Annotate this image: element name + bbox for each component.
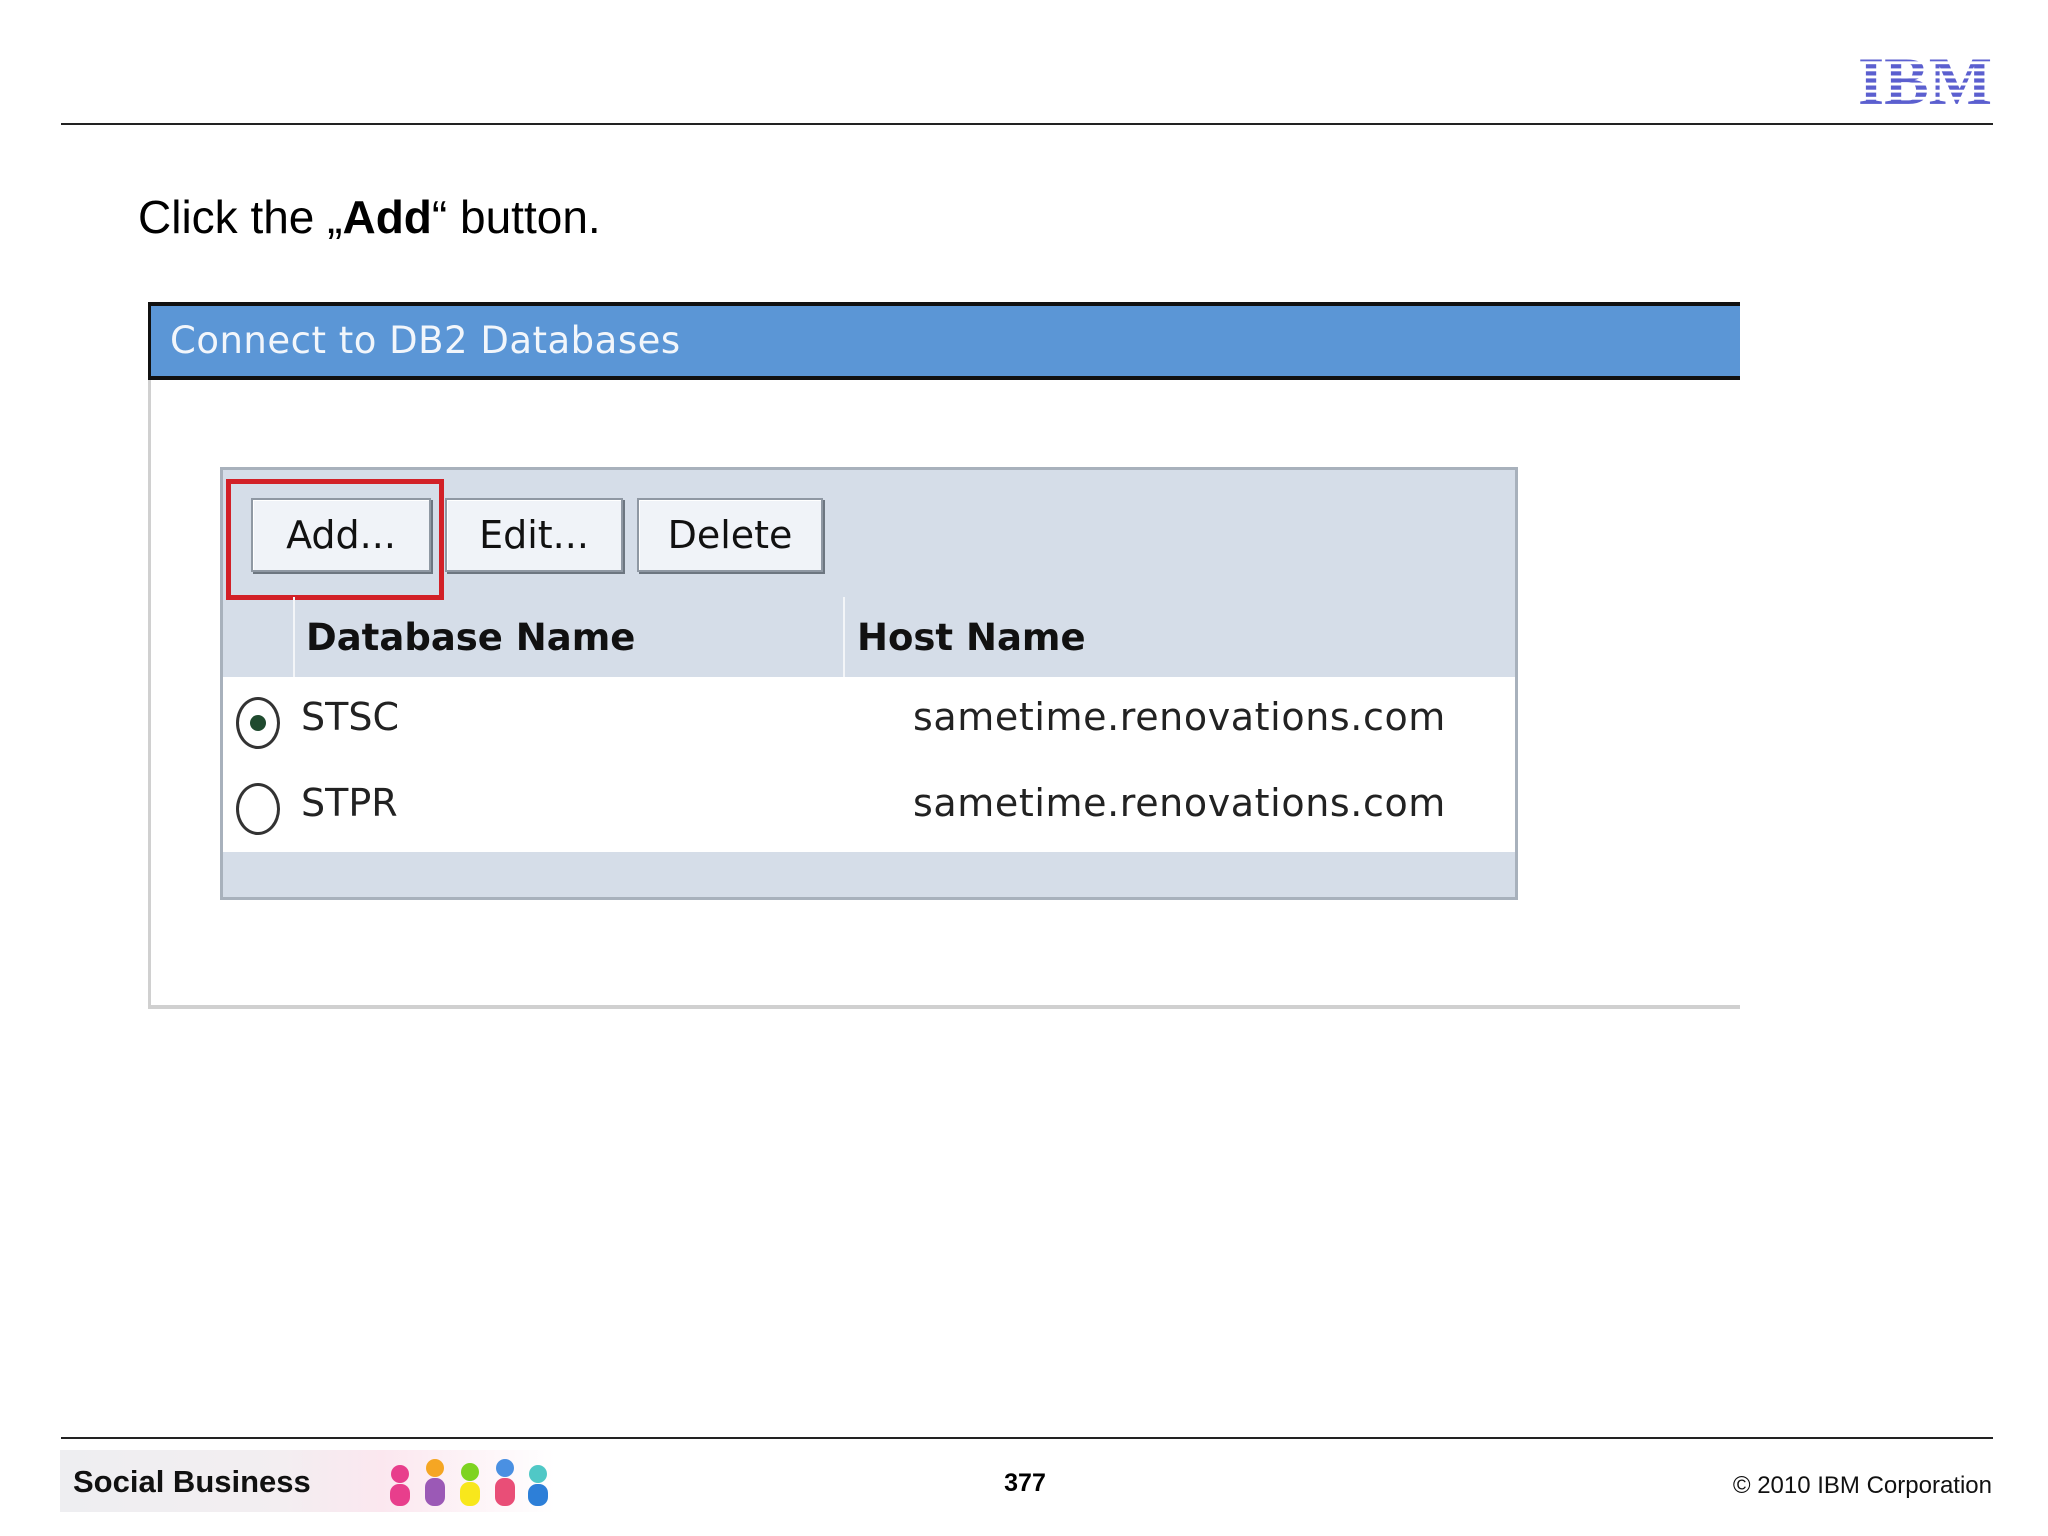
- table-row[interactable]: STSC sametime.renovations.com: [223, 677, 1515, 763]
- host-name-cell: sametime.renovations.com: [913, 695, 1446, 739]
- panel-title: Connect to DB2 Databases: [170, 319, 681, 362]
- people-illustration: [390, 1459, 548, 1506]
- copyright-text: © 2010 IBM Corporation: [1732, 1472, 1992, 1499]
- edit-button[interactable]: Edit...: [445, 498, 623, 572]
- header-divider: [61, 123, 1993, 125]
- database-name-cell: STPR: [301, 781, 398, 825]
- db2-connect-panel: Connect to DB2 Databases Add... Edit... …: [148, 302, 1740, 1009]
- database-table: Add... Edit... Delete Database Name Host…: [220, 467, 1518, 900]
- table-body: STSC sametime.renovations.com STPR samet…: [223, 677, 1515, 852]
- host-name-cell: sametime.renovations.com: [913, 781, 1446, 825]
- row-radio-selected[interactable]: [236, 697, 280, 749]
- banner-label: Social Business: [73, 1464, 311, 1499]
- footer-divider: [61, 1437, 1993, 1439]
- database-name-cell: STSC: [301, 695, 399, 739]
- column-header-host-name[interactable]: Host Name: [843, 597, 1457, 677]
- instruction-text: Click the „Add“ button.: [138, 191, 601, 243]
- social-business-banner: Social Business: [60, 1450, 555, 1512]
- add-button-highlight: [226, 479, 444, 600]
- row-radio[interactable]: [236, 783, 280, 835]
- page-number: 377: [1004, 1469, 1046, 1497]
- instruction-bold: Add: [342, 191, 432, 243]
- panel-title-bar: Connect to DB2 Databases: [148, 302, 1740, 380]
- table-header: Database Name Host Name: [223, 597, 1515, 677]
- table-toolbar: Add... Edit... Delete: [223, 470, 1515, 600]
- ibm-logo: IBM: [1858, 50, 1992, 107]
- column-header-database-name[interactable]: Database Name: [306, 597, 831, 677]
- table-row[interactable]: STPR sametime.renovations.com: [223, 763, 1515, 849]
- delete-button[interactable]: Delete: [637, 498, 823, 572]
